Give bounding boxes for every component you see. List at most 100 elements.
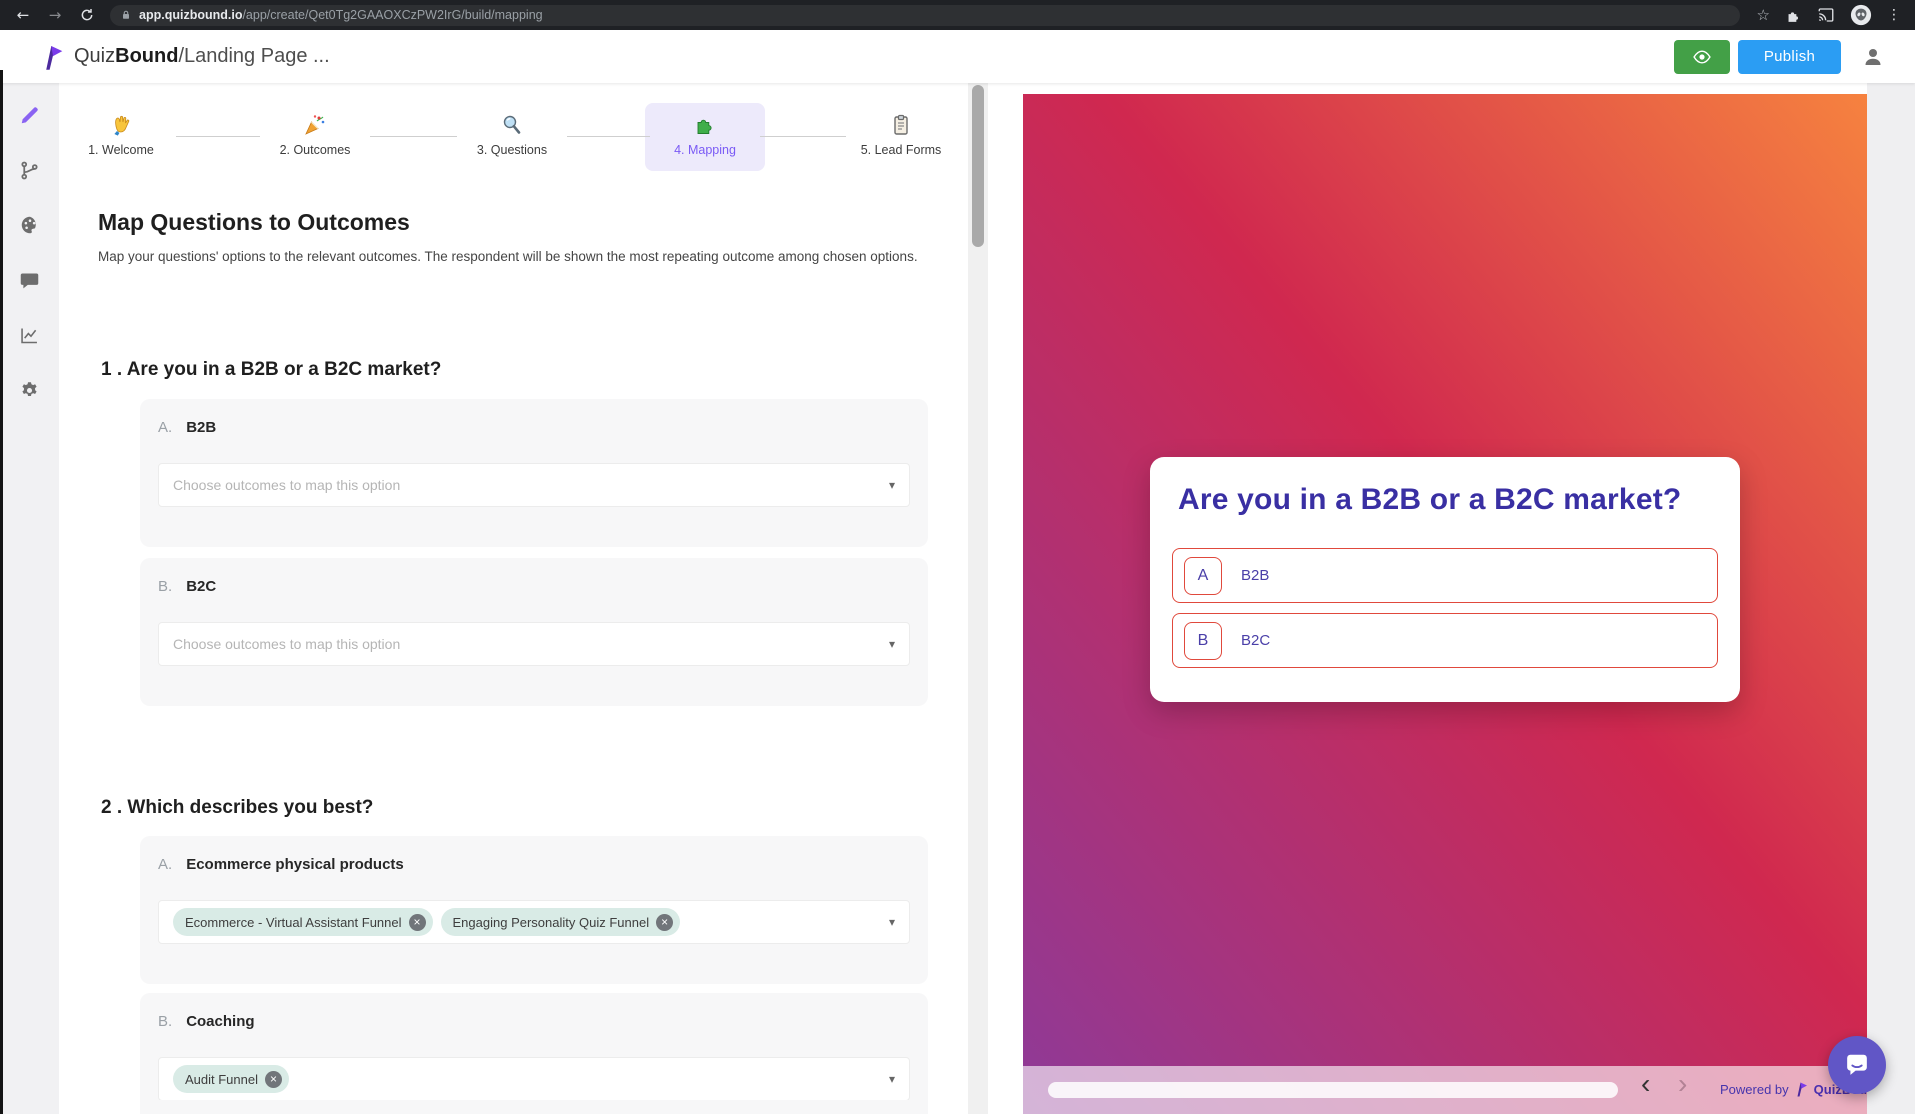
right-gutter [1867,83,1915,1114]
option-letter: A. [158,856,173,873]
preview-question-card: Are you in a B2B or a B2C market? A B2B … [1150,457,1740,702]
chip-label: Ecommerce - Virtual Assistant Funnel [185,914,402,930]
url-path: /app/create/Qet0Tg2GAAOXCzPW2IrG/build/m… [242,8,543,22]
url-host: app.quizbound.io [139,8,243,22]
option-letter: B. [158,578,173,595]
sidebar-item-analytics[interactable] [18,323,42,347]
quizbound-logo-icon [46,45,63,70]
step-welcome[interactable]: 1. Welcome [61,103,181,171]
chat-bubble-icon [20,273,39,288]
step-label: 5. Lead Forms [860,143,942,157]
preview-option-b[interactable]: B B2C [1172,613,1718,668]
step-questions[interactable]: 3. Questions [452,103,572,171]
powered-by-text: Powered by [1720,1081,1789,1097]
next-arrow[interactable]: › [1678,1068,1687,1100]
preview-question-title: Are you in a B2B or a B2C market? [1178,483,1682,516]
step-lead-forms[interactable]: 5. Lead Forms [841,103,961,171]
preview-button[interactable] [1674,39,1730,74]
step-label: 3. Questions [476,143,548,157]
select-placeholder: Choose outcomes to map this option [173,477,401,493]
cast-icon[interactable] [1817,6,1835,24]
option-card: A. B2B Choose outcomes to map this option… [140,399,928,547]
screen: ← → app.quizbound.io/app/create/Qet0Tg2G… [0,0,1915,1114]
outcomes-select[interactable]: Choose outcomes to map this option ▾ [158,622,910,666]
option-card: B. Coaching Audit Funnel × ▾ [140,993,928,1114]
outcomes-select[interactable]: Audit Funnel × ▾ [158,1057,910,1101]
tool-sidebar [0,83,59,1114]
option-label: Coaching [186,1013,255,1030]
line-chart-icon [21,328,37,343]
step-label: 4. Mapping [674,143,736,157]
clipboard-icon [894,114,908,135]
chevron-down-icon: ▾ [888,478,895,492]
wave-icon [114,115,130,136]
browser-toolbar: ← → app.quizbound.io/app/create/Qet0Tg2G… [0,0,1915,30]
browser-back-icon[interactable]: ← [10,4,36,26]
chevron-down-icon: ▾ [888,915,895,929]
url-bar[interactable]: app.quizbound.io/app/create/Qet0Tg2GAAOX… [110,4,1740,26]
browser-reload-icon[interactable] [74,4,100,26]
puzzle-icon [697,119,712,134]
account-icon[interactable] [1861,45,1885,69]
step-connector [370,136,457,137]
option-label: B2B [186,419,217,436]
chevron-down-icon: ▾ [888,637,895,651]
extensions-icon[interactable] [1785,7,1802,24]
step-outcomes[interactable]: 2. Outcomes [255,103,375,171]
option-label: B2C [186,578,217,595]
step-mapping[interactable]: 4. Mapping [645,103,765,171]
preview-option-letter: A [1184,556,1222,595]
preview-bottom-bar: ‹ › Powered by QuizBound [1023,1066,1867,1114]
scrollbar-thumb[interactable] [972,85,984,247]
outcome-chip[interactable]: Ecommerce - Virtual Assistant Funnel × [173,908,433,936]
browser-menu-icon[interactable]: ⋮ [1887,7,1901,23]
brand-bound: Bound [115,45,179,67]
outcomes-select[interactable]: Choose outcomes to map this option ▾ [158,463,910,507]
chip-remove-icon[interactable]: × [408,913,426,931]
sidebar-item-settings[interactable] [18,378,42,402]
horizontal-scrollbar-thumb[interactable] [1048,1082,1618,1098]
sidebar-item-logic[interactable] [18,158,42,182]
preview-option-label: B2B [1241,567,1270,584]
sidebar-item-edit[interactable] [18,103,42,127]
outcome-chip[interactable]: Audit Funnel × [173,1065,289,1093]
sidebar-item-messages[interactable] [18,268,42,292]
window-edge [0,70,3,1114]
preview-option-letter: B [1184,621,1222,660]
step-label: 2. Outcomes [279,143,351,157]
sidebar-item-design[interactable] [18,213,42,237]
party-popper-icon [305,115,325,135]
magnifier-icon [503,115,521,134]
quizbound-mini-logo-icon [1797,1082,1807,1097]
previous-arrow[interactable]: ‹ [1641,1068,1650,1100]
publish-button[interactable]: Publish [1738,39,1841,74]
browser-profile-avatar[interactable] [1850,4,1872,26]
section-title: Map Questions to Outcomes [98,209,410,235]
chip-remove-icon[interactable]: × [656,913,674,931]
panel-scrollbar[interactable] [968,83,988,1114]
step-connector [176,136,260,137]
option-card: A. Ecommerce physical products Ecommerce … [140,836,928,984]
step-connector [760,136,846,137]
outcomes-select[interactable]: Ecommerce - Virtual Assistant Funnel × En… [158,900,910,944]
messenger-icon [1847,1054,1867,1075]
chip-label: Audit Funnel [185,1071,258,1087]
app-header: QuizBound/Landing Page ... Publish [0,30,1915,83]
gear-icon [22,381,37,396]
option-card: B. B2C Choose outcomes to map this option… [140,558,928,706]
builder-panel: 1. Welcome 2. Outcomes 3. Questions 4. M… [59,83,988,1114]
next-option-card-partial [140,1100,928,1114]
chip-remove-icon[interactable]: × [265,1070,282,1088]
document-title: /Landing Page ... [178,45,330,67]
chip-label: Engaging Personality Quiz Funnel [452,914,650,930]
bookmark-star-icon[interactable]: ☆ [1757,6,1770,24]
quiz-preview: Are you in a B2B or a B2C market? A B2B … [1023,94,1867,1114]
browser-forward-icon[interactable]: → [42,4,68,26]
brand-quiz: Quiz [74,45,116,67]
option-letter: B. [158,1013,173,1030]
section-subtitle: Map your questions' options to the relev… [98,249,918,264]
outcome-chip[interactable]: Engaging Personality Quiz Funnel × [440,908,681,936]
chat-launcher-button[interactable] [1828,1036,1886,1094]
preview-option-a[interactable]: A B2B [1172,548,1718,603]
lock-icon [123,10,129,19]
